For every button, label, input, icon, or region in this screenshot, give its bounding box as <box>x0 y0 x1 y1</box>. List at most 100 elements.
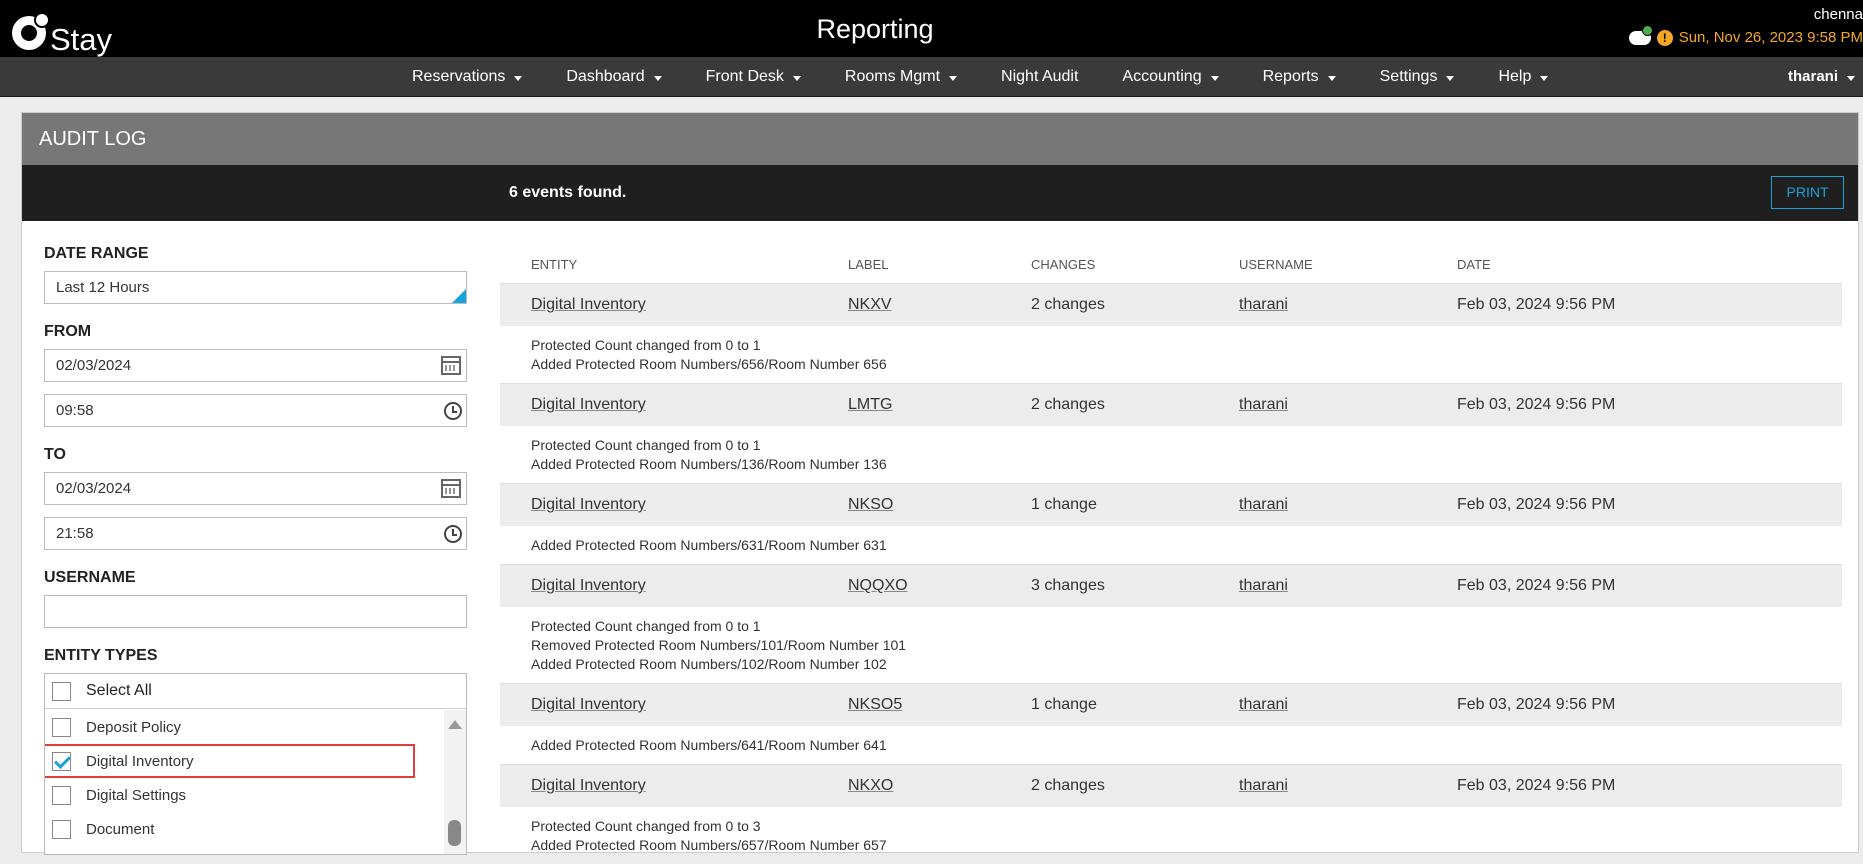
row-date: Feb 03, 2024 9:56 PM <box>1457 696 1616 713</box>
nav-item-night-audit[interactable]: Night Audit <box>1001 68 1078 86</box>
row-label-link-cell: NKXO <box>848 777 1031 795</box>
entity-type-checkbox[interactable] <box>52 717 71 737</box>
results-table: ENTITY LABEL CHANGES USERNAME DATE Digit… <box>500 245 1842 864</box>
print-button[interactable]: PRINT <box>1771 176 1844 209</box>
row-date: Feb 03, 2024 9:56 PM <box>1457 396 1616 413</box>
row-label-link[interactable]: LMTG <box>848 396 892 413</box>
nav-item-label: Settings <box>1379 68 1438 85</box>
row-entity-link[interactable]: Digital Inventory <box>531 396 646 413</box>
row-label-link[interactable]: NKSO <box>848 496 893 513</box>
row-entity-link[interactable]: Digital Inventory <box>531 496 646 513</box>
change-detail-line: Added Protected Room Numbers/136/Room Nu… <box>531 456 887 472</box>
header-username: USERNAME <box>1239 256 1313 272</box>
row-label-link-cell: NKSO5 <box>848 696 1031 714</box>
row-changes-cell: 2 changes <box>1031 777 1239 795</box>
clock-icon[interactable] <box>444 525 462 543</box>
change-detail-line: Protected Count changed from 0 to 3 <box>531 818 761 834</box>
row-changes: 3 changes <box>1031 577 1105 594</box>
nav-item-dashboard[interactable]: Dashboard <box>566 68 662 86</box>
row-change-details: Protected Count changed from 0 to 1 Added… <box>500 326 1842 383</box>
nav-item-front-desk[interactable]: Front Desk <box>706 68 801 86</box>
nav-item-reports[interactable]: Reports <box>1263 68 1336 86</box>
username-input[interactable] <box>44 595 467 628</box>
header-entity: ENTITY <box>531 256 578 272</box>
clock-icon[interactable] <box>444 402 462 420</box>
entity-type-option[interactable]: Digital Inventory <box>45 744 415 778</box>
row-username-link[interactable]: tharani <box>1239 396 1288 413</box>
date-range-value: Last 12 Hours <box>56 279 150 296</box>
nav-item-settings[interactable]: Settings <box>1380 68 1455 86</box>
select-all-checkbox[interactable] <box>52 681 71 701</box>
to-date-field[interactable]: 02/03/2024 <box>44 472 467 505</box>
row-label-link[interactable]: NQQXO <box>848 577 908 594</box>
chevron-down-icon <box>514 76 523 81</box>
panel-title: AUDIT LOG <box>22 113 1858 165</box>
row-username-link-cell: tharani <box>1239 696 1457 714</box>
to-time-field[interactable]: 21:58 <box>44 517 467 550</box>
property-name[interactable]: chenna <box>1629 6 1863 23</box>
nav-item-reservations[interactable]: Reservations <box>412 68 523 86</box>
row-label-link[interactable]: NKXO <box>848 777 893 794</box>
nav-item-accounting[interactable]: Accounting <box>1122 68 1219 86</box>
row-entity-link[interactable]: Digital Inventory <box>531 777 646 794</box>
row-entity-link-cell: Digital Inventory <box>531 496 848 514</box>
row-date: Feb 03, 2024 9:56 PM <box>1457 577 1616 594</box>
row-entity-link[interactable]: Digital Inventory <box>531 296 646 313</box>
row-label-link[interactable]: NKSO5 <box>848 696 902 713</box>
row-changes-cell: 1 change <box>1031 696 1239 714</box>
row-username-link[interactable]: tharani <box>1239 577 1288 594</box>
nav-item-rooms-mgmt[interactable]: Rooms Mgmt <box>844 68 958 86</box>
entity-type-option[interactable]: Deposit Policy <box>45 710 445 744</box>
row-username-link[interactable]: tharani <box>1239 696 1288 713</box>
table-row: Digital Inventory NKSO 1 change tharani Feb … <box>500 483 1842 526</box>
nav-item-help[interactable]: Help <box>1498 68 1549 86</box>
chevron-down-icon <box>1847 75 1855 81</box>
table-row: Digital Inventory NKXV 2 changes tharani Feb… <box>500 283 1842 326</box>
entity-list-scrollbar[interactable] <box>444 710 466 854</box>
row-username-link-cell: tharani <box>1239 396 1457 414</box>
row-entity-link-cell: Digital Inventory <box>531 396 848 414</box>
from-time-field[interactable]: 09:58 <box>44 394 467 427</box>
row-date-cell: Feb 03, 2024 9:56 PM <box>1457 296 1842 314</box>
row-username-link[interactable]: tharani <box>1239 496 1288 513</box>
row-username-link[interactable]: tharani <box>1239 296 1288 313</box>
row-changes-cell: 1 change <box>1031 496 1239 514</box>
row-username-link[interactable]: tharani <box>1239 777 1288 794</box>
calendar-icon[interactable] <box>441 479 461 498</box>
entity-type-label: Digital Settings <box>86 786 187 804</box>
from-date-field[interactable]: 02/03/2024 <box>44 349 467 382</box>
entity-type-option[interactable]: Digital Settings <box>45 778 445 812</box>
row-changes-cell: 2 changes <box>1031 396 1239 414</box>
row-entity-link[interactable]: Digital Inventory <box>531 696 646 713</box>
change-detail-line: Protected Count changed from 0 to 1 <box>531 337 761 353</box>
row-username-link-cell: tharani <box>1239 296 1457 314</box>
row-changes-cell: 3 changes <box>1031 577 1239 595</box>
user-menu[interactable]: tharani <box>1788 68 1855 85</box>
nav-item-label: Rooms Mgmt <box>844 68 941 85</box>
table-row: Digital Inventory NKXO 2 changes tharani Feb… <box>500 764 1842 807</box>
table-row: Digital Inventory NQQXO 3 changes tharani Fe… <box>500 564 1842 607</box>
row-change-details: Added Protected Room Numbers/631/Room Nu… <box>500 526 1842 564</box>
nav-item-label: Accounting <box>1122 68 1202 85</box>
entity-type-checkbox[interactable] <box>52 785 71 805</box>
entity-type-checkbox[interactable] <box>52 819 71 839</box>
chevron-down-icon <box>653 76 662 81</box>
row-label-link[interactable]: NKXV <box>848 296 892 313</box>
entity-type-checkbox[interactable] <box>52 751 71 771</box>
entity-type-label: Digital Inventory <box>86 752 194 770</box>
select-all-option[interactable]: Select All <box>45 674 466 709</box>
header-label: LABEL <box>848 256 889 272</box>
entity-type-label: Document <box>86 820 155 838</box>
from-time-value: 09:58 <box>56 402 94 419</box>
nav-item-label: Dashboard <box>566 68 645 85</box>
row-username-link-cell: tharani <box>1239 496 1457 514</box>
calendar-icon[interactable] <box>441 356 461 375</box>
date-range-select[interactable]: Last 12 Hours <box>44 271 467 304</box>
scroll-up-icon[interactable] <box>448 720 462 729</box>
row-label-link-cell: NKXV <box>848 296 1031 314</box>
row-entity-link[interactable]: Digital Inventory <box>531 577 646 594</box>
entity-type-option[interactable]: Document <box>45 812 445 846</box>
warning-icon[interactable]: ! <box>1656 29 1673 46</box>
scroll-thumb[interactable] <box>448 820 461 846</box>
cloud-status-icon[interactable] <box>1628 24 1653 45</box>
